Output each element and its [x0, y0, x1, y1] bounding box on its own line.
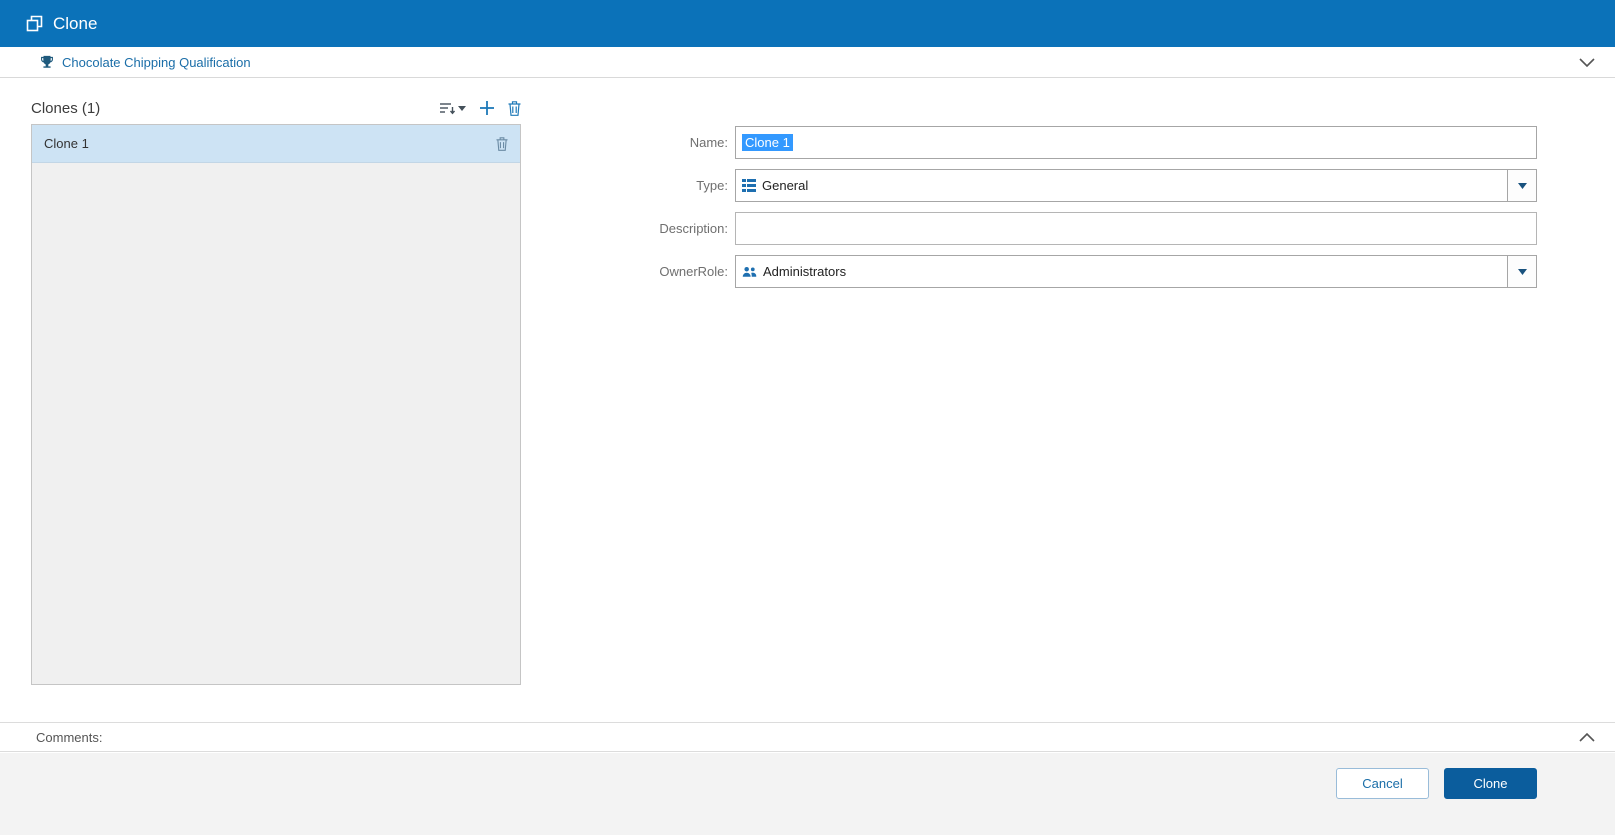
owner-role-combo: Administrators [735, 255, 1537, 288]
type-value: General [762, 178, 809, 193]
description-label: Description: [659, 221, 728, 236]
add-icon[interactable] [480, 101, 494, 115]
type-dropdown-button[interactable] [1507, 169, 1537, 202]
sort-icon[interactable] [440, 102, 466, 115]
description-input[interactable] [735, 212, 1537, 245]
name-value-selected: Clone 1 [742, 134, 793, 151]
clones-panel-title: Clones (1) [31, 99, 101, 117]
clone-button[interactable]: Clone [1444, 768, 1537, 799]
chevron-up-icon[interactable] [1577, 731, 1597, 744]
cancel-button[interactable]: Cancel [1336, 768, 1429, 799]
trophy-icon [40, 55, 54, 69]
type-input[interactable]: General [735, 169, 1507, 202]
clone-list: Clone 1 [31, 124, 521, 685]
name-label: Name: [689, 135, 728, 150]
chevron-down-icon[interactable] [1577, 56, 1597, 69]
delete-icon[interactable] [508, 100, 521, 116]
table-view-icon [742, 179, 756, 192]
breadcrumb-title[interactable]: Chocolate Chipping Qualification [62, 55, 251, 70]
description-row: Description: [600, 212, 1537, 245]
type-combo: General [735, 169, 1537, 202]
owner-role-value: Administrators [763, 264, 847, 279]
type-label: Type: [696, 178, 728, 193]
clones-panel-header: Clones (1) [31, 96, 521, 120]
breadcrumb: Chocolate Chipping Qualification [0, 47, 1615, 78]
list-item[interactable]: Clone 1 [32, 125, 520, 163]
clone-icon [26, 15, 43, 32]
titlebar: Clone [0, 0, 1615, 47]
owner-role-label: OwnerRole: [659, 264, 728, 279]
window-title: Clone [53, 13, 98, 33]
type-row: Type: General [600, 169, 1537, 202]
comments-bar: Comments: [0, 722, 1615, 752]
clones-toolbar [440, 100, 521, 116]
people-icon [742, 266, 757, 278]
clone-form: Name: Clone 1 Type: General Description:… [600, 126, 1537, 298]
delete-icon[interactable] [496, 136, 508, 151]
name-input[interactable]: Clone 1 [735, 126, 1537, 159]
list-item-label: Clone 1 [44, 136, 89, 151]
owner-role-row: OwnerRole: Administrators [600, 255, 1537, 288]
name-row: Name: Clone 1 [600, 126, 1537, 159]
owner-role-input[interactable]: Administrators [735, 255, 1507, 288]
comments-label: Comments: [36, 729, 103, 745]
footer: Cancel Clone [0, 753, 1615, 835]
owner-role-dropdown-button[interactable] [1507, 255, 1537, 288]
